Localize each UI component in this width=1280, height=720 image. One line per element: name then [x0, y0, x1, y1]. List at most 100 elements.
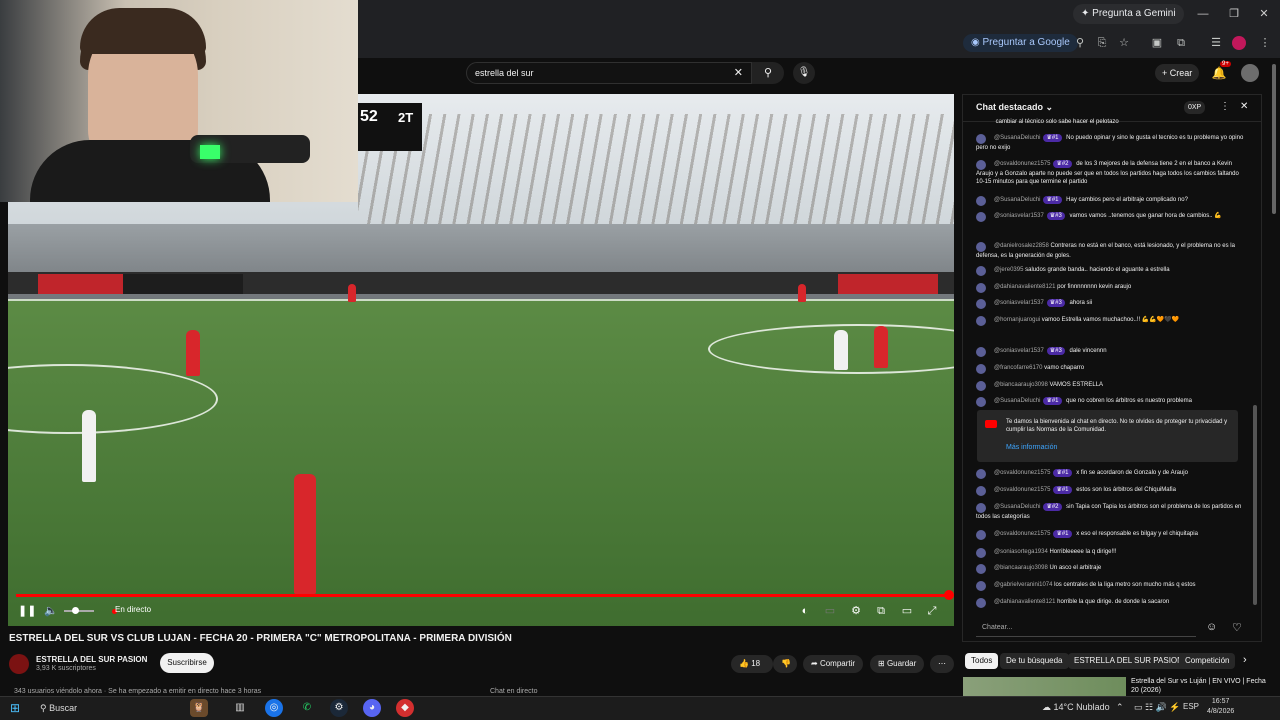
- chat-author-name[interactable]: @SusanaDeluchi: [994, 135, 1040, 141]
- chat-message[interactable]: @danielrosalez2858 Contreras no está en …: [976, 242, 1246, 260]
- ask-google-button[interactable]: ◉ Preguntar a Google: [963, 34, 1078, 52]
- chat-author-avatar[interactable]: [976, 242, 986, 252]
- taskbar-clock[interactable]: 16:57 4/8/2026: [1207, 697, 1234, 717]
- chat-message[interactable]: @jere0395 saludos grande banda.. haciend…: [976, 266, 1246, 276]
- chat-author-avatar[interactable]: [976, 196, 986, 206]
- pause-icon[interactable]: ❚❚: [18, 604, 36, 618]
- chip-all[interactable]: Todos: [965, 653, 999, 669]
- chat-input[interactable]: Chatear...: [976, 619, 1196, 637]
- tab-search-icon[interactable]: ☰: [1207, 34, 1225, 52]
- chat-author-name[interactable]: @osvaldonunez1575: [994, 161, 1050, 167]
- search-input[interactable]: estrella del sur ✕: [466, 62, 752, 84]
- chip-channel[interactable]: ESTRELLA DEL SUR PASION: [1068, 653, 1189, 669]
- chat-message[interactable]: @gabrielveranini1074 los centrales de la…: [976, 581, 1246, 591]
- chat-author-avatar[interactable]: [976, 299, 986, 309]
- chat-message[interactable]: @hornanjuarogui vamoo Estrella vamos muc…: [976, 316, 1246, 326]
- save-button[interactable]: ⊞ Guardar: [870, 655, 925, 673]
- autoplay-toggle-icon[interactable]: ◐: [797, 604, 813, 618]
- extensions-icon[interactable]: ⧉: [1172, 34, 1190, 52]
- chat-author-avatar[interactable]: [976, 503, 986, 513]
- chat-message[interactable]: @francofarre6170 vamo chaparro: [976, 364, 1246, 374]
- chat-author-avatar[interactable]: [976, 581, 986, 591]
- account-avatar[interactable]: [1241, 64, 1259, 82]
- dislike-button[interactable]: 👎: [773, 655, 797, 673]
- tray-icons[interactable]: ▭ ☷ 🔊 ⚡: [1134, 702, 1181, 713]
- chat-message[interactable]: @soniasvelar1537 ♛#3 ahora sii: [976, 299, 1246, 309]
- chat-author-avatar[interactable]: [976, 598, 986, 608]
- translate-icon[interactable]: ⎘: [1093, 34, 1111, 52]
- whatsapp-icon[interactable]: ✆: [298, 699, 316, 717]
- channel-avatar[interactable]: [9, 654, 29, 674]
- chat-author-name[interactable]: @soniasortega1934: [994, 549, 1048, 555]
- chat-message[interactable]: @dahianavaliente8121 por finnnnnnnn kevi…: [976, 283, 1246, 293]
- chat-author-name[interactable]: @francofarre6170: [994, 365, 1042, 371]
- subtitles-icon[interactable]: ▭: [823, 604, 837, 618]
- chat-mode-dropdown[interactable]: Chat destacado ⌄: [976, 102, 1053, 113]
- chat-author-name[interactable]: @danielrosalez2858: [994, 243, 1049, 249]
- chat-scrollbar[interactable]: [1253, 405, 1257, 605]
- zoom-icon[interactable]: ⚲: [1071, 34, 1089, 52]
- close-chat-icon[interactable]: ✕: [1240, 101, 1248, 112]
- chat-message[interactable]: cambiar al técnico solo sabe hacer el pe…: [976, 118, 1246, 128]
- miniplayer-icon[interactable]: ⧉: [874, 604, 888, 618]
- xp-badge[interactable]: 0XP: [1184, 101, 1206, 114]
- settings-gear-icon[interactable]: ⚙: [849, 604, 863, 618]
- owl-widget-icon[interactable]: 🦉: [190, 699, 208, 717]
- chat-message[interactable]: @soniasortega1934 Horribleeeee la q diri…: [976, 548, 1246, 558]
- chip-competition[interactable]: Competición: [1179, 653, 1236, 669]
- emoji-icon[interactable]: ☺: [1206, 621, 1217, 633]
- more-actions-icon[interactable]: ⋯: [930, 655, 954, 673]
- chat-message[interactable]: @SusanaDeluchi ♛#1 No puedo opinar y sino…: [976, 134, 1246, 152]
- subscribe-button[interactable]: Suscribirse: [160, 653, 214, 673]
- chat-message[interactable]: @dahianavaliente8121 horrible la que dir…: [976, 598, 1246, 608]
- share-button[interactable]: ➦ Compartir: [803, 655, 864, 673]
- chat-author-name[interactable]: @osvaldonunez1575: [994, 470, 1050, 476]
- chat-message[interactable]: @osvaldonunez1575 ♛#2 de los 3 mejores de…: [976, 160, 1246, 186]
- chat-author-avatar[interactable]: [976, 486, 986, 496]
- close-window-icon[interactable]: ✕: [1254, 4, 1274, 24]
- progress-bar[interactable]: [16, 594, 950, 597]
- chat-author-name[interactable]: @soniasvelar1537: [994, 213, 1044, 219]
- discord-icon[interactable]: ◕: [363, 699, 381, 717]
- bookmark-star-icon[interactable]: ☆: [1115, 34, 1133, 52]
- chat-author-name[interactable]: @osvaldonunez1575: [994, 531, 1050, 537]
- recommendation-thumbnail[interactable]: [963, 677, 1126, 697]
- language-indicator[interactable]: ESP: [1183, 702, 1199, 711]
- chat-author-avatar[interactable]: [976, 266, 986, 276]
- sidebar-icon[interactable]: ▣: [1148, 34, 1166, 52]
- volume-icon[interactable]: 🔈: [44, 604, 58, 618]
- progress-scrubber[interactable]: [944, 590, 954, 600]
- chat-author-name[interactable]: @osvaldonunez1575: [994, 487, 1050, 493]
- chat-author-avatar[interactable]: [976, 212, 986, 222]
- chat-author-avatar[interactable]: [976, 397, 986, 407]
- steam-icon[interactable]: ⚙: [330, 699, 348, 717]
- chat-author-avatar[interactable]: [976, 548, 986, 558]
- voice-search-icon[interactable]: 🎙: [793, 62, 815, 84]
- chat-message[interactable]: @biancaaraujo3098 Un asco el arbitraje: [976, 564, 1246, 574]
- tray-chevron-icon[interactable]: ⌃: [1116, 702, 1124, 713]
- chat-author-avatar[interactable]: [976, 364, 986, 374]
- windows-start-icon[interactable]: ⊞: [10, 701, 24, 715]
- chrome-icon[interactable]: ◎: [265, 699, 283, 717]
- chat-author-avatar[interactable]: [976, 316, 986, 326]
- chat-author-avatar[interactable]: [976, 134, 986, 144]
- weather-widget[interactable]: ☁ 14°C Nublado: [1042, 702, 1110, 713]
- chat-author-name[interactable]: @SusanaDeluchi: [994, 398, 1040, 404]
- like-button[interactable]: 👍 18: [731, 655, 773, 673]
- chat-message[interactable]: @SusanaDeluchi ♛#1 que no cobren los árbi…: [976, 397, 1246, 407]
- chat-message[interactable]: @osvaldonunez1575 ♛#1 x fin se acordaron …: [976, 469, 1246, 479]
- chat-author-name[interactable]: @biancaaraujo3098: [994, 565, 1048, 571]
- chat-author-name[interactable]: @dahianavaliente8121: [994, 599, 1055, 605]
- live-label[interactable]: En directo: [115, 605, 151, 614]
- heart-icon[interactable]: ♡: [1232, 621, 1242, 634]
- create-button[interactable]: + Crear: [1155, 64, 1200, 82]
- chat-author-name[interactable]: @SusanaDeluchi: [994, 197, 1040, 203]
- app-icon[interactable]: ◆: [396, 699, 414, 717]
- volume-knob[interactable]: [72, 607, 79, 614]
- chat-author-avatar[interactable]: [976, 283, 986, 293]
- profile-avatar[interactable]: [1232, 36, 1246, 50]
- minimize-icon[interactable]: —: [1193, 4, 1213, 24]
- fullscreen-icon[interactable]: ⤢: [925, 604, 939, 618]
- chat-author-name[interactable]: @soniasvelar1537: [994, 300, 1044, 306]
- page-scrollbar[interactable]: [1272, 64, 1276, 214]
